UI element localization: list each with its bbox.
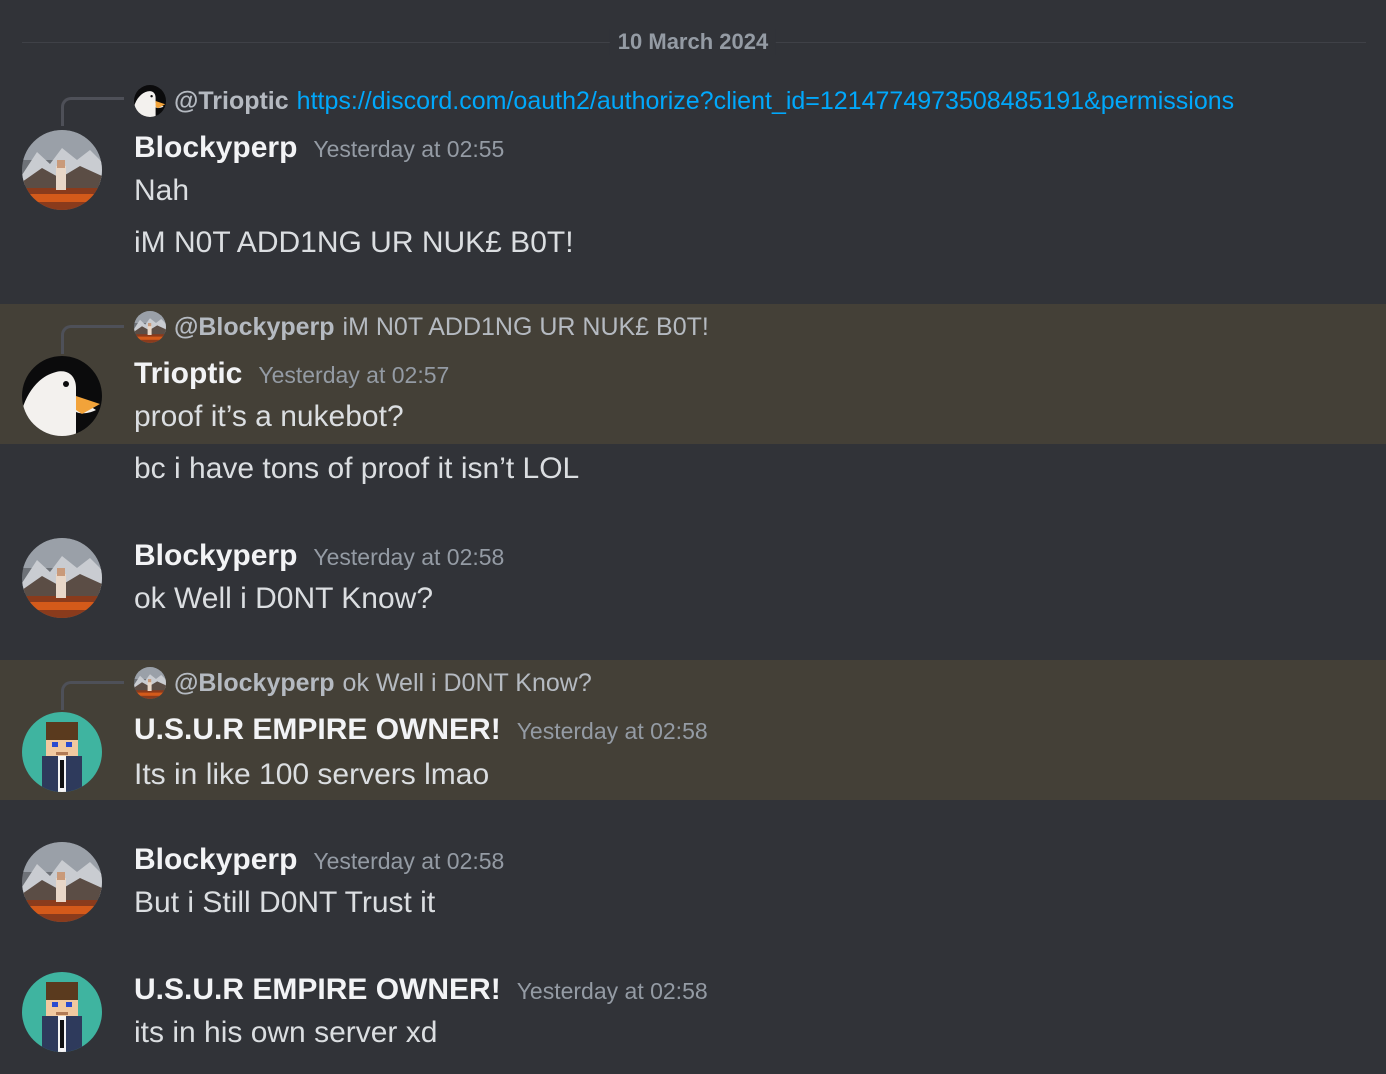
message-text: iM N0T ADD1NG UR NUK£ B0T! [134,226,574,259]
reply-username[interactable]: @Trioptic [174,87,289,116]
mountain-landscape-avatar-icon[interactable] [22,130,102,210]
username[interactable]: U.S.U.R EMPIRE OWNER! [134,973,501,1007]
message-text: its in his own server xd [134,1016,438,1049]
reply-spine [61,325,124,354]
message-group[interactable]: Blockyperp Yesterday at 02:58 ok Well i … [0,520,1386,640]
goose-avatar-icon[interactable] [22,356,102,436]
message-group-highlighted[interactable]: @Blockyperp ok Well i D0NT Know? U.S.U.R… [0,660,1386,800]
timestamp: Yesterday at 02:58 [516,978,708,1004]
mountain-landscape-avatar-icon[interactable] [22,538,102,618]
reply-preview[interactable]: @Blockyperp iM N0T ADD1NG UR NUK£ B0T! [134,311,709,343]
reply-text[interactable]: ok Well i D0NT Know? [343,669,592,698]
username[interactable]: Trioptic [134,357,242,391]
message-text: proof it’s a nukebot? [134,400,404,433]
reply-preview[interactable]: @Blockyperp ok Well i D0NT Know? [134,667,592,699]
mountain-landscape-avatar-icon [134,667,166,699]
reply-spine [61,681,124,710]
username[interactable]: U.S.U.R EMPIRE OWNER! [134,713,501,747]
message-group[interactable]: U.S.U.R EMPIRE OWNER! Yesterday at 02:58… [0,954,1386,1074]
timestamp: Yesterday at 02:57 [258,362,450,388]
mountain-landscape-avatar-icon[interactable] [22,842,102,922]
reply-link[interactable]: https://discord.com/oauth2/authorize?cli… [297,87,1234,116]
message-group[interactable]: @Blockyperp iM N0T ADD1NG UR NUK£ B0T! T… [0,304,1386,504]
reply-text[interactable]: iM N0T ADD1NG UR NUK£ B0T! [343,313,709,342]
username[interactable]: Blockyperp [134,843,297,877]
timestamp: Yesterday at 02:58 [313,848,505,874]
message-text: ok Well i D0NT Know? [134,582,434,615]
reply-username[interactable]: @Blockyperp [174,313,335,342]
message-group[interactable]: @Trioptic https://discord.com/oauth2/aut… [0,70,1386,290]
message-text: But i Still D0NT Trust it [134,886,436,919]
timestamp: Yesterday at 02:58 [516,718,708,744]
goose-avatar-icon [134,85,166,117]
mountain-landscape-avatar-icon [134,311,166,343]
pixel-character-avatar-icon[interactable] [22,972,102,1052]
message-text: Nah [134,174,190,207]
date-divider-label: 10 March 2024 [609,29,777,55]
username[interactable]: Blockyperp [134,131,297,165]
reply-preview[interactable]: @Trioptic https://discord.com/oauth2/aut… [134,85,1234,117]
reply-username[interactable]: @Blockyperp [174,669,335,698]
message-text: bc i have tons of proof it isn’t LOL [134,452,580,485]
pixel-character-avatar-icon[interactable] [22,712,102,792]
message-text: Its in like 100 servers lmao [134,758,490,791]
reply-spine [61,97,124,126]
username[interactable]: Blockyperp [134,539,297,573]
timestamp: Yesterday at 02:55 [313,136,505,162]
message-group[interactable]: Blockyperp Yesterday at 02:58 But i Stil… [0,824,1386,944]
timestamp: Yesterday at 02:58 [313,544,505,570]
